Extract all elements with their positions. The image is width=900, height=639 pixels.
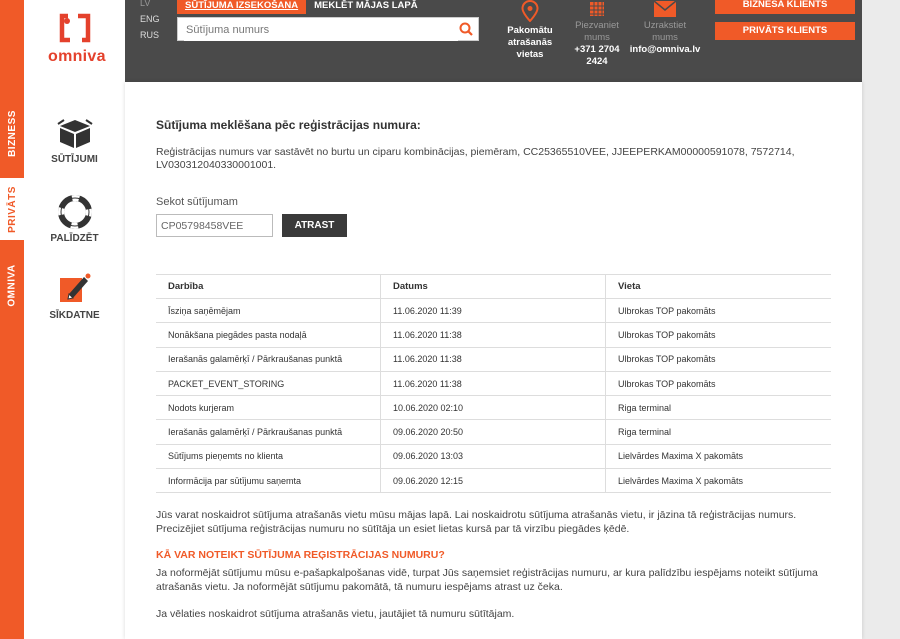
envelope-icon [653,0,677,17]
cell-date: 10.06.2020 02:10 [380,395,606,421]
cell-location: Riga terminal [605,395,831,421]
table-header-row: Darbība Datums Vieta [156,274,831,299]
parcel-machines-line1: Pakomātu [507,25,553,36]
column-header-date: Datums [380,274,606,299]
write-us-line2: mums [652,32,678,43]
language-switcher: LV ENG RUS [140,0,160,43]
cell-location: Ulbrokas TOP pakomāts [605,298,831,324]
page-title: Sūtījuma meklēšana pēc reģistrācijas num… [156,118,421,132]
table-row: Ierašanās galamērķī / Pārkraušanas punkt… [156,419,831,445]
table-row: Īsziņa saņēmējam 11.06.2020 11:39 Ulbrokas… [156,298,831,324]
calendar-icon [590,2,604,16]
lifebuoy-icon [57,195,92,229]
call-us-line1: Piezvaniet [575,20,619,31]
rail-tab-private-label: PRIVĀTS [6,185,18,233]
cell-action: Informācija par sūtījumu saņemta [156,468,381,494]
phone-number-line1[interactable]: +371 2704 [565,44,629,56]
cell-date: 11.06.2020 11:39 [380,298,606,324]
rail-tab-omniva[interactable]: OMNIVA [0,250,24,320]
find-button[interactable]: ATRAST [282,214,347,237]
cell-location: Ulbrokas TOP pakomāts [605,347,831,372]
omniva-logo-text: omniva [48,48,106,65]
nav-item-parcels-label: SŪTĪJUMI [51,154,98,165]
info-paragraph: Jūs varat noskaidrot sūtījuma atrašanās … [156,509,797,535]
parcel-box-icon [56,119,93,148]
cell-action: Nodots kurjeram [156,395,381,421]
write-us-block: Uzrakstiet mums info@omniva.lv [629,0,701,56]
column-header-action: Darbība [156,274,381,299]
business-client-button[interactable]: BIZNESA KLIENTS [715,0,855,14]
search-icon[interactable] [459,22,473,36]
cookie-edit-icon [59,273,90,302]
parcel-machines-line3: vietas [516,49,544,60]
cell-action: Sūtījums pieņemts no klienta [156,444,381,470]
table-row: PACKET_EVENT_STORING 11.06.2020 11:38 Ulbr… [156,371,831,397]
parcel-machines-line2: atrašanās [507,37,553,48]
cell-date: 09.06.2020 13:03 [380,444,606,470]
cell-date: 09.06.2020 20:50 [380,419,606,445]
left-nav: omniva SŪTĪJUMI PALĪDZĒT SĪKDATNE [24,0,125,639]
cell-location: Lielvārdes Maxima X pakomāts [605,468,831,494]
rail-tab-omniva-label: OMNIVA [6,263,18,307]
rail-tab-business[interactable]: BIZNESS [0,88,24,178]
omniva-logo-icon [59,13,91,43]
faq-paragraph: Ja noformējāt sūtījumu mūsu e-pašapkalpo… [156,567,818,593]
lang-eng[interactable]: ENG [140,11,160,27]
cell-date: 11.06.2020 11:38 [380,347,606,372]
phone-number-line2[interactable]: 2424 [565,56,629,68]
table-row: Nodots kurjeram 10.06.2020 02:10 Riga term… [156,395,831,421]
cell-location: Ulbrokas TOP pakomāts [605,371,831,397]
cell-location: Riga terminal [605,419,831,445]
email-link[interactable]: info@omniva.lv [629,44,701,56]
location-pin-icon [521,0,539,22]
contact-sender-paragraph: Ja vēlaties noskaidrot sūtījuma atrašanā… [156,608,515,620]
cell-action: Īsziņa saņēmējam [156,298,381,324]
tracking-number-input[interactable] [156,214,273,237]
tab-parcel-tracking[interactable]: SŪTĪJUMA IZSEKOŠANA [177,0,307,14]
cell-action: PACKET_EVENT_STORING [156,371,381,397]
nav-item-cookies-label: SĪKDATNE [49,310,100,321]
omniva-logo[interactable]: omniva [48,12,106,66]
table-row: Sūtījums pieņemts no klienta 09.06.2020 1… [156,444,831,470]
cell-date: 11.06.2020 11:38 [380,371,606,397]
private-client-button[interactable]: PRIVĀTS KLIENTS [715,22,855,40]
rail-tab-private[interactable]: PRIVĀTS [0,178,24,240]
rail-tab-business-label: BIZNESS [6,109,18,157]
cell-action: Ierašanās galamērķī / Pārkraušanas punkt… [156,419,381,445]
nav-item-help-label: PALĪDZĒT [50,233,99,244]
table-body: Īsziņa saņēmējam 11.06.2020 11:39 Ulbrokas… [156,298,831,494]
call-us-block: Piezvaniet mums +371 2704 2424 [565,0,629,68]
main-content: Sūtījuma meklēšana pēc reģistrācijas num… [125,82,862,639]
intro-text: Reģistrācijas numurs var sastāvēt no bur… [156,146,795,171]
call-us-line2: mums [584,32,610,43]
nav-item-parcels[interactable]: SŪTĪJUMI [24,118,125,165]
cell-action: Ierašanās galamērķī / Pārkraušanas punkt… [156,347,381,372]
search-box [177,17,479,41]
header-tabs: SŪTĪJUMA IZSEKOŠANA MEKLĒT MĀJAS LAPĀ [177,0,426,14]
lang-lv[interactable]: LV [140,0,160,11]
lang-rus[interactable]: RUS [140,27,160,43]
faq-heading: KĀ VAR NOTEIKT SŪTĪJUMA REĢISTRĀCIJAS NU… [156,549,445,561]
column-header-location: Vieta [605,274,831,299]
parcel-machines-link[interactable]: Pakomātu atrašanās vietas [495,0,565,61]
track-label: Sekot sūtījumam [156,196,238,208]
cell-date: 09.06.2020 12:15 [380,468,606,494]
nav-item-cookies[interactable]: SĪKDATNE [24,272,125,321]
nav-item-help[interactable]: PALĪDZĒT [24,195,125,244]
table-row: Ierašanās galamērķī / Pārkraušanas punkt… [156,347,831,372]
header-right-gap [862,0,900,82]
table-row: Informācija par sūtījumu saņemta 09.06.20… [156,468,831,494]
table-row: Nonākšana piegādes pasta nodaļā 11.06.202… [156,322,831,348]
search-input[interactable] [184,19,458,41]
tracking-events-table: Darbība Datums Vieta Īsziņa saņēmējam 11.… [156,274,831,494]
tab-site-search[interactable]: MEKLĒT MĀJAS LAPĀ [306,0,425,14]
cell-date: 11.06.2020 11:38 [380,322,606,348]
cell-location: Lielvārdes Maxima X pakomāts [605,444,831,470]
cell-action: Nonākšana piegādes pasta nodaļā [156,322,381,348]
write-us-line1: Uzrakstiet [643,20,687,31]
cell-location: Ulbrokas TOP pakomāts [605,322,831,348]
top-header: LV ENG RUS SŪTĪJUMA IZSEKOŠANA MEKLĒT MĀ… [125,0,862,82]
